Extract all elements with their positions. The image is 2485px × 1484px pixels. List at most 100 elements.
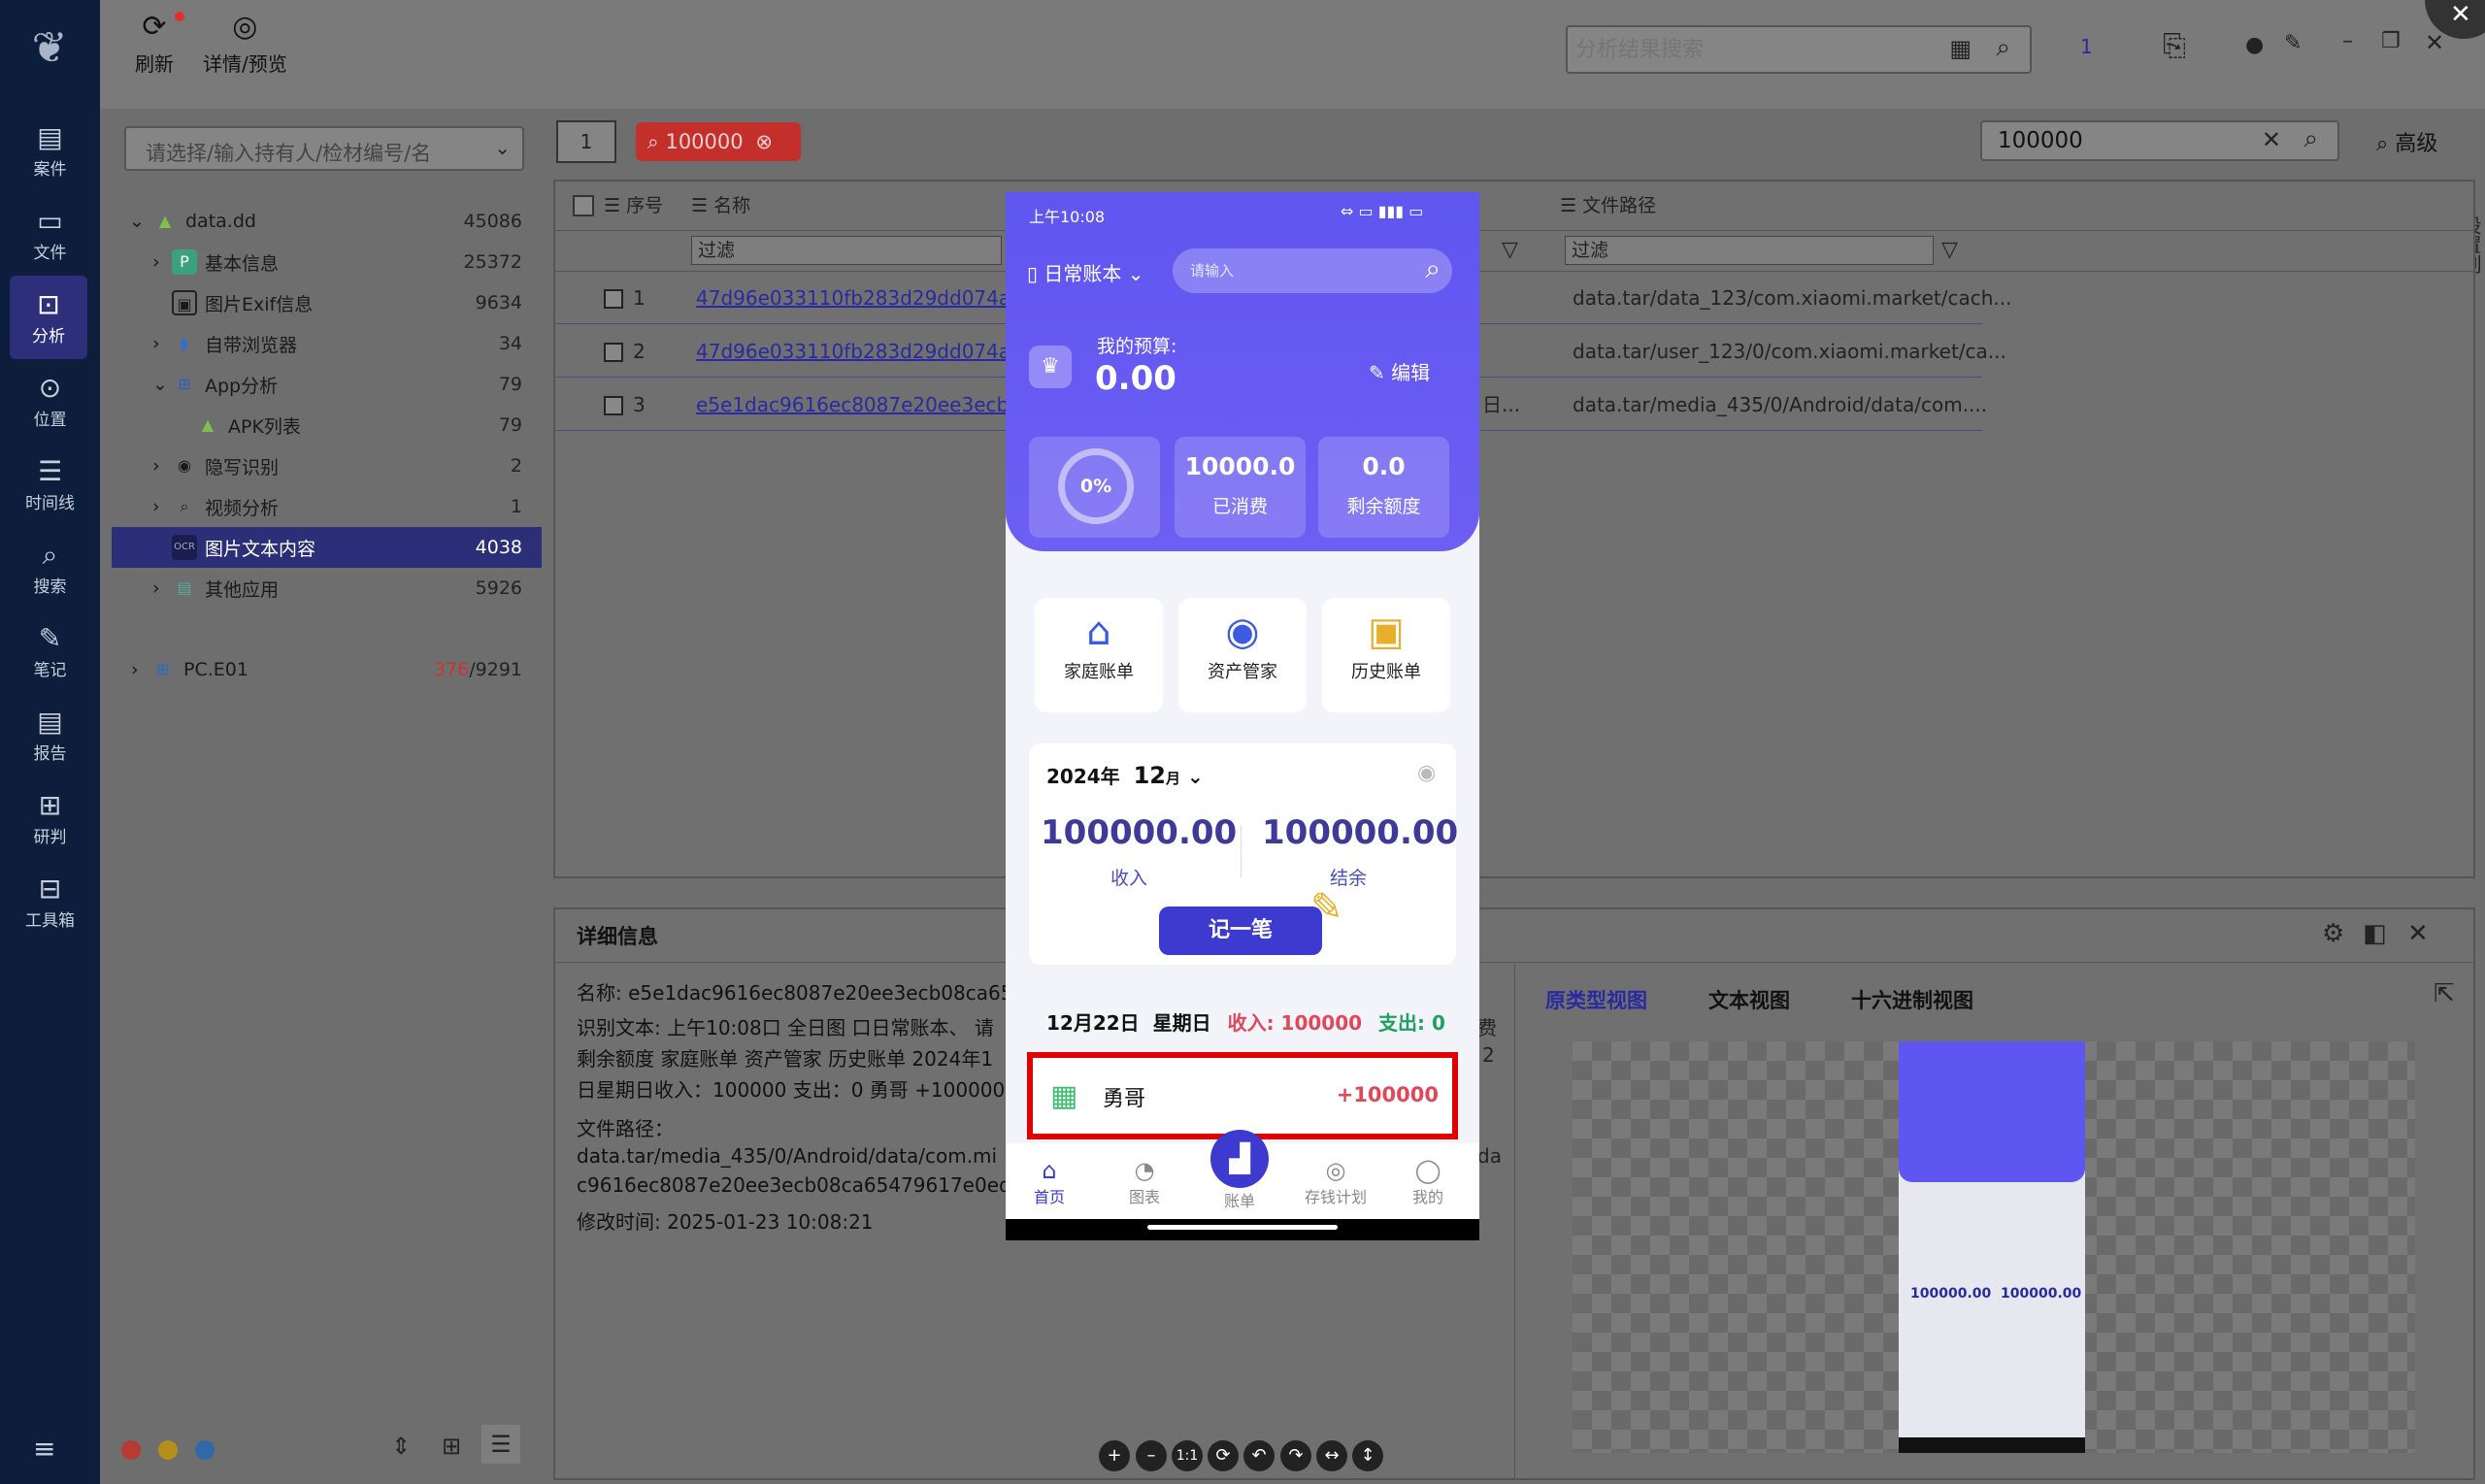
category-grid-icon: ▦	[1050, 1079, 1078, 1113]
nav-file[interactable]: ▭ 文件	[0, 192, 100, 276]
reset-icon[interactable]: ⟳	[1208, 1440, 1239, 1471]
col-seq[interactable]: ☰ 序号	[604, 181, 663, 230]
budget-avatar: ♛	[1029, 346, 1072, 388]
detail-name: 名称: e5e1dac9616ec8087e20ee3ecb08ca65	[577, 981, 1013, 1005]
chip-close-icon[interactable]: ⊗	[755, 130, 773, 153]
tile-asset-manager[interactable]: ◉ 资产管家	[1178, 598, 1307, 712]
nav-search[interactable]: ⌕ 搜索	[0, 526, 100, 610]
tree-node-apk-list[interactable]: ▲ APK列表 79	[112, 405, 542, 445]
tree-node-exif[interactable]: ▣ 图片Exif信息 9634	[112, 282, 542, 323]
close-window-icon[interactable]: ✕	[2425, 29, 2444, 56]
zoom-in-icon[interactable]: +	[1099, 1440, 1130, 1471]
minimize-icon[interactable]: –	[2342, 29, 2353, 53]
col-path[interactable]: ☰ 文件路径	[1560, 181, 1656, 230]
phone-screenshot-preview: 上午10:08 ⇔ ▭ ▮▮▮ ▭ ▯ 日常账本 ⌄ 请输入 ⌕ ♛ 我的预算:…	[1006, 192, 1479, 1240]
col-name[interactable]: ☰ 名称	[691, 181, 750, 230]
settings-icon[interactable]: ⚙	[2322, 919, 2344, 948]
select-all-checkbox[interactable]	[573, 195, 594, 216]
result-search-box[interactable]: ▦ ⌕	[1566, 25, 2032, 74]
chevron-right-icon: ›	[152, 333, 160, 354]
tree-node-data-dd[interactable]: ⌄ ▲ data.dd 45086	[112, 201, 542, 242]
filter-icon[interactable]: ▽	[1502, 238, 1518, 262]
search-icon[interactable]: ⌕	[1996, 33, 2010, 63]
search-chip[interactable]: ⌕ 100000 ⊗	[636, 122, 801, 161]
tab-number-icon[interactable]: 1	[556, 120, 616, 163]
open-external-icon[interactable]: ⇱	[2434, 979, 2455, 1008]
result-search-input[interactable]	[1575, 35, 1925, 64]
entry-name: 勇哥	[1103, 1087, 1146, 1111]
nav-charts[interactable]: ◔ 图表	[1110, 1157, 1178, 1207]
tree-node-image-text[interactable]: OCR 图片文本内容 4038	[112, 527, 542, 568]
export-icon[interactable]: ⎘	[2163, 29, 2186, 63]
hamburger-menu-icon[interactable]: ≡	[33, 1433, 55, 1465]
refresh-button[interactable]: ⟳ 刷新	[135, 10, 174, 77]
tab-original-view[interactable]: 原类型视图	[1545, 985, 1647, 1014]
detail-preview-button[interactable]: ◎ 详情/预览	[203, 10, 287, 77]
row-checkbox[interactable]	[604, 396, 623, 415]
pin-icon[interactable]: ✎	[2284, 31, 2302, 55]
row-checkbox[interactable]	[604, 289, 623, 309]
split-view-icon[interactable]: ◧	[2363, 919, 2387, 948]
nav-analysis[interactable]: ⊡ 分析	[10, 276, 87, 359]
account-book-selector[interactable]: ▯ 日常账本 ⌄	[1027, 258, 1144, 286]
tree-node-pc-e01[interactable]: › ⊞ PC.E01 376/9291	[112, 649, 542, 690]
row-checkbox[interactable]	[604, 343, 623, 362]
advanced-search-button[interactable]: ⌕ 高级	[2376, 126, 2437, 157]
budget-edit-button[interactable]: ✎ 编辑	[1369, 357, 1430, 385]
tree-node-video-analysis[interactable]: › ⌕ 视频分析 1	[112, 486, 542, 527]
nav-toolbox[interactable]: ⊟ 工具箱	[0, 860, 100, 943]
tree-node-app-analysis[interactable]: ⌄ ⊞ App分析 79	[112, 364, 542, 405]
nav-timeline[interactable]: ☰ 时间线	[0, 443, 100, 526]
edit-icon: ✎	[1369, 361, 1385, 384]
grid-view-icon[interactable]: ⊞	[442, 1433, 461, 1460]
close-icon[interactable]: ✕	[2407, 919, 2429, 948]
nav-judge[interactable]: ⊞ 研判	[0, 776, 100, 860]
tab-text-view[interactable]: 文本视图	[1708, 985, 1790, 1014]
nav-bill[interactable]: ▟ 账单	[1206, 1130, 1274, 1211]
collapse-icon[interactable]: ⇕	[391, 1433, 411, 1460]
tree-node-steganography[interactable]: › ◉ 隐写识别 2	[112, 445, 542, 486]
user-icon[interactable]: ●	[2245, 33, 2264, 57]
rotate-left-icon[interactable]: ↶	[1243, 1440, 1275, 1471]
nav-notes[interactable]: ✎ 笔记	[0, 610, 100, 693]
nav-report[interactable]: ▤ 报告	[0, 693, 100, 776]
search-icon[interactable]: ⌕	[2303, 124, 2318, 154]
home-indicator-bar	[1006, 1219, 1479, 1240]
record-button[interactable]: 记一笔	[1159, 907, 1322, 955]
filter-icon[interactable]: ▽	[1941, 238, 1958, 262]
rotate-right-icon[interactable]: ↷	[1280, 1440, 1311, 1471]
name-filter[interactable]: 过滤	[691, 236, 1002, 265]
path-filter[interactable]: 过滤	[1565, 236, 1934, 265]
flip-vertical-icon[interactable]: ↕	[1352, 1440, 1383, 1471]
tree-node-other-apps[interactable]: › ▤ 其他应用 5926	[112, 568, 542, 609]
apps-grid-icon: ⊞	[178, 375, 191, 393]
nav-home[interactable]: ⌂ 首页	[1015, 1157, 1083, 1207]
calendar-icon[interactable]: ▦	[1949, 35, 1971, 62]
clear-icon[interactable]: ✕	[2262, 126, 2281, 153]
list-view-icon[interactable]: ☰	[481, 1425, 520, 1464]
eye-icon[interactable]: ◉	[1417, 761, 1436, 785]
nav-mine[interactable]: ◯ 我的	[1394, 1157, 1462, 1207]
nav-location[interactable]: ⊙ 位置	[0, 359, 100, 443]
android-icon: ▲	[158, 212, 172, 230]
tree-node-basic-info[interactable]: › P 基本信息 25372	[112, 242, 542, 282]
table-search-box[interactable]: 100000 ✕ ⌕	[1980, 120, 2339, 161]
month-selector[interactable]: 2024年 12月 ⌄	[1046, 761, 1204, 789]
nav-savings[interactable]: ◎ 存钱计划	[1297, 1157, 1375, 1207]
nav-case[interactable]: ▤ 案件	[0, 109, 100, 192]
actual-size-icon[interactable]: 1:1	[1172, 1440, 1203, 1471]
detail-path-line1: data.tar/media_435/0/Android/data/com.mi	[577, 1144, 998, 1168]
tree-node-browser[interactable]: › ◗ 自带浏览器 34	[112, 323, 542, 364]
tab-hex-view[interactable]: 十六进制视图	[1851, 985, 1973, 1014]
result-counter: 1	[2080, 35, 2093, 58]
chevron-right-icon: ›	[152, 577, 160, 599]
notification-dot	[175, 12, 184, 21]
left-nav-sidebar: ❦ ▤ 案件 ▭ 文件 ⊡ 分析 ⊙ 位置 ☰ 时间线 ⌕ 搜索 ✎ 笔记 ▤ 报告 ⊞ 研判 ⊟…	[0, 0, 100, 1484]
tile-family-bill[interactable]: ⌂ 家庭账单	[1035, 598, 1163, 712]
zoom-out-icon[interactable]: –	[1136, 1440, 1167, 1471]
restore-icon[interactable]: ❐	[2381, 29, 2401, 53]
holder-filter-select[interactable]: 请选择/输入持有人/检材编号/名 ⌄	[124, 126, 524, 171]
flip-horizontal-icon[interactable]: ↔	[1316, 1440, 1347, 1471]
tile-history-bill[interactable]: ▣ 历史账单	[1322, 598, 1450, 712]
phone-search-input[interactable]: 请输入 ⌕	[1173, 248, 1452, 293]
